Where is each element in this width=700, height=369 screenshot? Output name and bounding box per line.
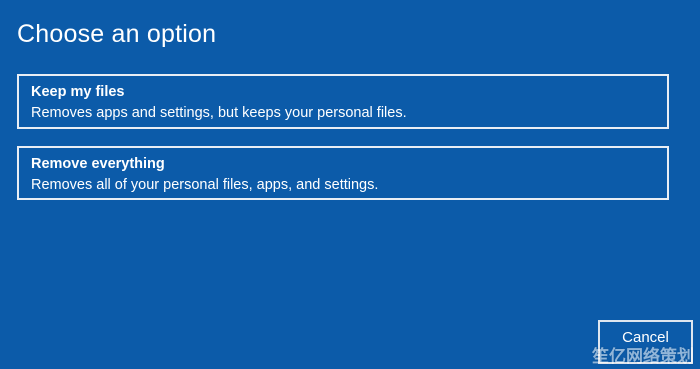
option-description: Removes apps and settings, but keeps you… <box>31 105 407 121</box>
option-description: Removes all of your personal files, apps… <box>31 177 379 193</box>
keep-my-files-option[interactable]: Keep my files Removes apps and settings,… <box>17 74 669 129</box>
dialog-title: Choose an option <box>17 20 217 48</box>
reset-dialog: Choose an option Keep my files Removes a… <box>0 0 700 369</box>
remove-everything-option[interactable]: Remove everything Removes all of your pe… <box>17 146 669 200</box>
option-title: Remove everything <box>31 156 165 172</box>
option-title: Keep my files <box>31 84 125 100</box>
cancel-button[interactable]: Cancel <box>598 320 693 364</box>
